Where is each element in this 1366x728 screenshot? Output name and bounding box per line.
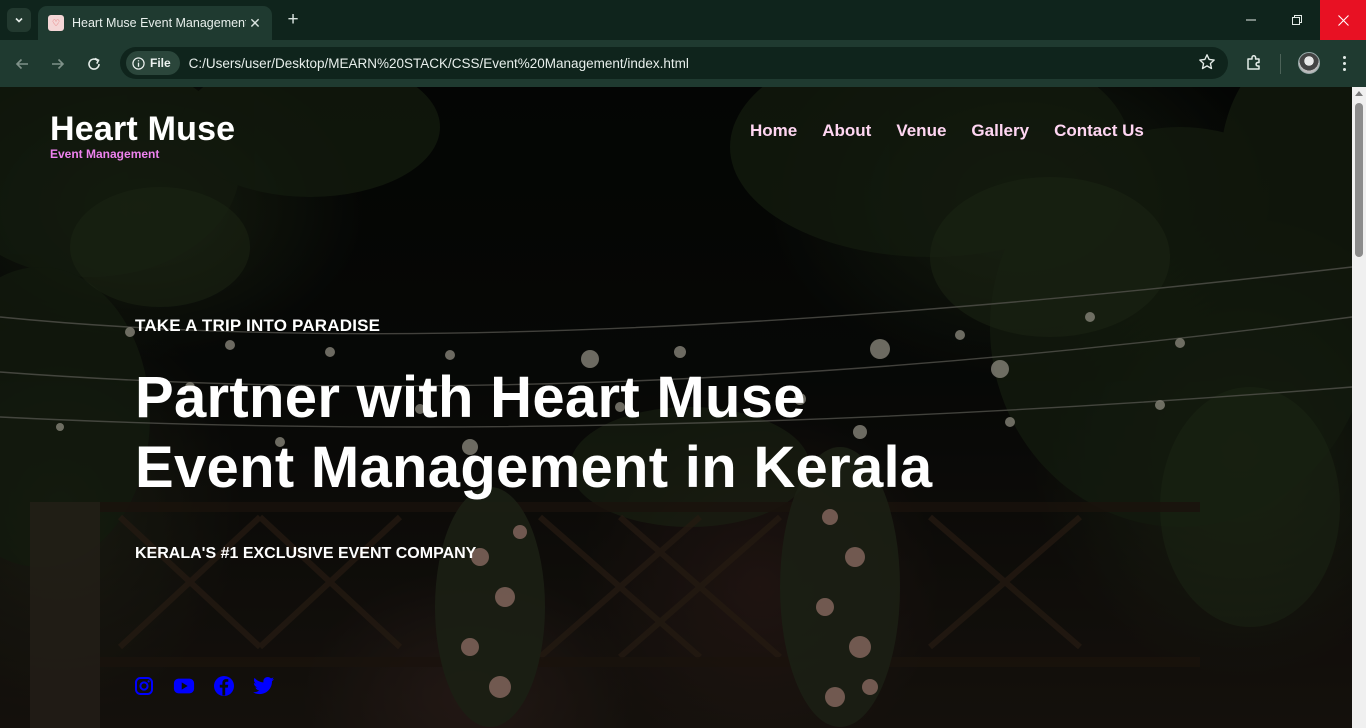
instagram-icon[interactable]: [133, 675, 155, 697]
hero-title-line-2: Event Management in Kerala: [135, 435, 933, 500]
minimize-button[interactable]: [1228, 0, 1274, 40]
site-info-chip[interactable]: File: [126, 51, 180, 75]
favicon-icon: ♡: [48, 15, 64, 31]
nav-home-link[interactable]: Home: [750, 121, 797, 141]
hero-title-line-1: Partner with Heart Muse: [135, 365, 806, 430]
hero-eyebrow: TAKE A TRIP INTO PARADISE: [135, 316, 381, 335]
info-icon: [132, 56, 145, 70]
menu-icon[interactable]: [1334, 53, 1354, 73]
tab-search-icon[interactable]: [7, 8, 31, 32]
nav-contact-link[interactable]: Contact Us: [1054, 121, 1144, 141]
url-text[interactable]: C:/Users/user/Desktop/MEARN%20STACK/CSS/…: [189, 56, 689, 71]
tab-title: Heart Muse Event Management: [72, 16, 246, 30]
main-nav: Home About Venue Gallery Contact Us: [750, 121, 1144, 141]
site-chip-label: File: [150, 56, 171, 70]
social-links: [133, 675, 275, 697]
extensions-icon[interactable]: [1244, 53, 1264, 78]
plus-icon[interactable]: +: [282, 9, 304, 31]
forward-arrow-icon[interactable]: [45, 51, 71, 77]
facebook-icon[interactable]: [213, 675, 235, 697]
scroll-thumb[interactable]: [1355, 103, 1363, 257]
hero-tagline: KERALA'S #1 EXCLUSIVE EVENT COMPANY: [135, 545, 477, 562]
hero-section: TAKE A TRIP INTO PARADISE Partner with H…: [135, 316, 1035, 563]
twitter-icon[interactable]: [253, 675, 275, 697]
window-close-button[interactable]: [1320, 0, 1366, 40]
hero-title: Partner with Heart Muse Event Management…: [135, 363, 1035, 503]
browser-tab[interactable]: ♡ Heart Muse Event Management ✕: [38, 6, 272, 40]
browser-toolbar: File C:/Users/user/Desktop/MEARN%20STACK…: [0, 40, 1366, 87]
star-icon[interactable]: [1198, 53, 1216, 76]
nav-gallery-link[interactable]: Gallery: [971, 121, 1029, 141]
restore-button[interactable]: [1274, 0, 1320, 40]
logo-subtitle: Event Management: [50, 147, 160, 161]
logo-title: Heart Muse: [50, 110, 236, 148]
nav-venue-link[interactable]: Venue: [896, 121, 946, 141]
scroll-up-arrow-icon[interactable]: [1355, 91, 1363, 96]
address-bar[interactable]: File C:/Users/user/Desktop/MEARN%20STACK…: [120, 47, 1228, 79]
back-arrow-icon[interactable]: [9, 51, 35, 77]
page-viewport: Heart Muse Event Management Home About V…: [0, 87, 1352, 728]
reload-icon[interactable]: [81, 51, 107, 77]
youtube-icon[interactable]: [173, 675, 195, 697]
page-scrollbar[interactable]: [1352, 87, 1366, 728]
close-icon[interactable]: ✕: [246, 14, 264, 32]
nav-about-link[interactable]: About: [822, 121, 871, 141]
site-logo[interactable]: Heart Muse Event Management: [50, 109, 235, 161]
toolbar-divider: [1280, 54, 1281, 74]
browser-tab-strip: ♡ Heart Muse Event Management ✕ +: [0, 0, 1366, 40]
profile-avatar[interactable]: [1298, 52, 1320, 74]
